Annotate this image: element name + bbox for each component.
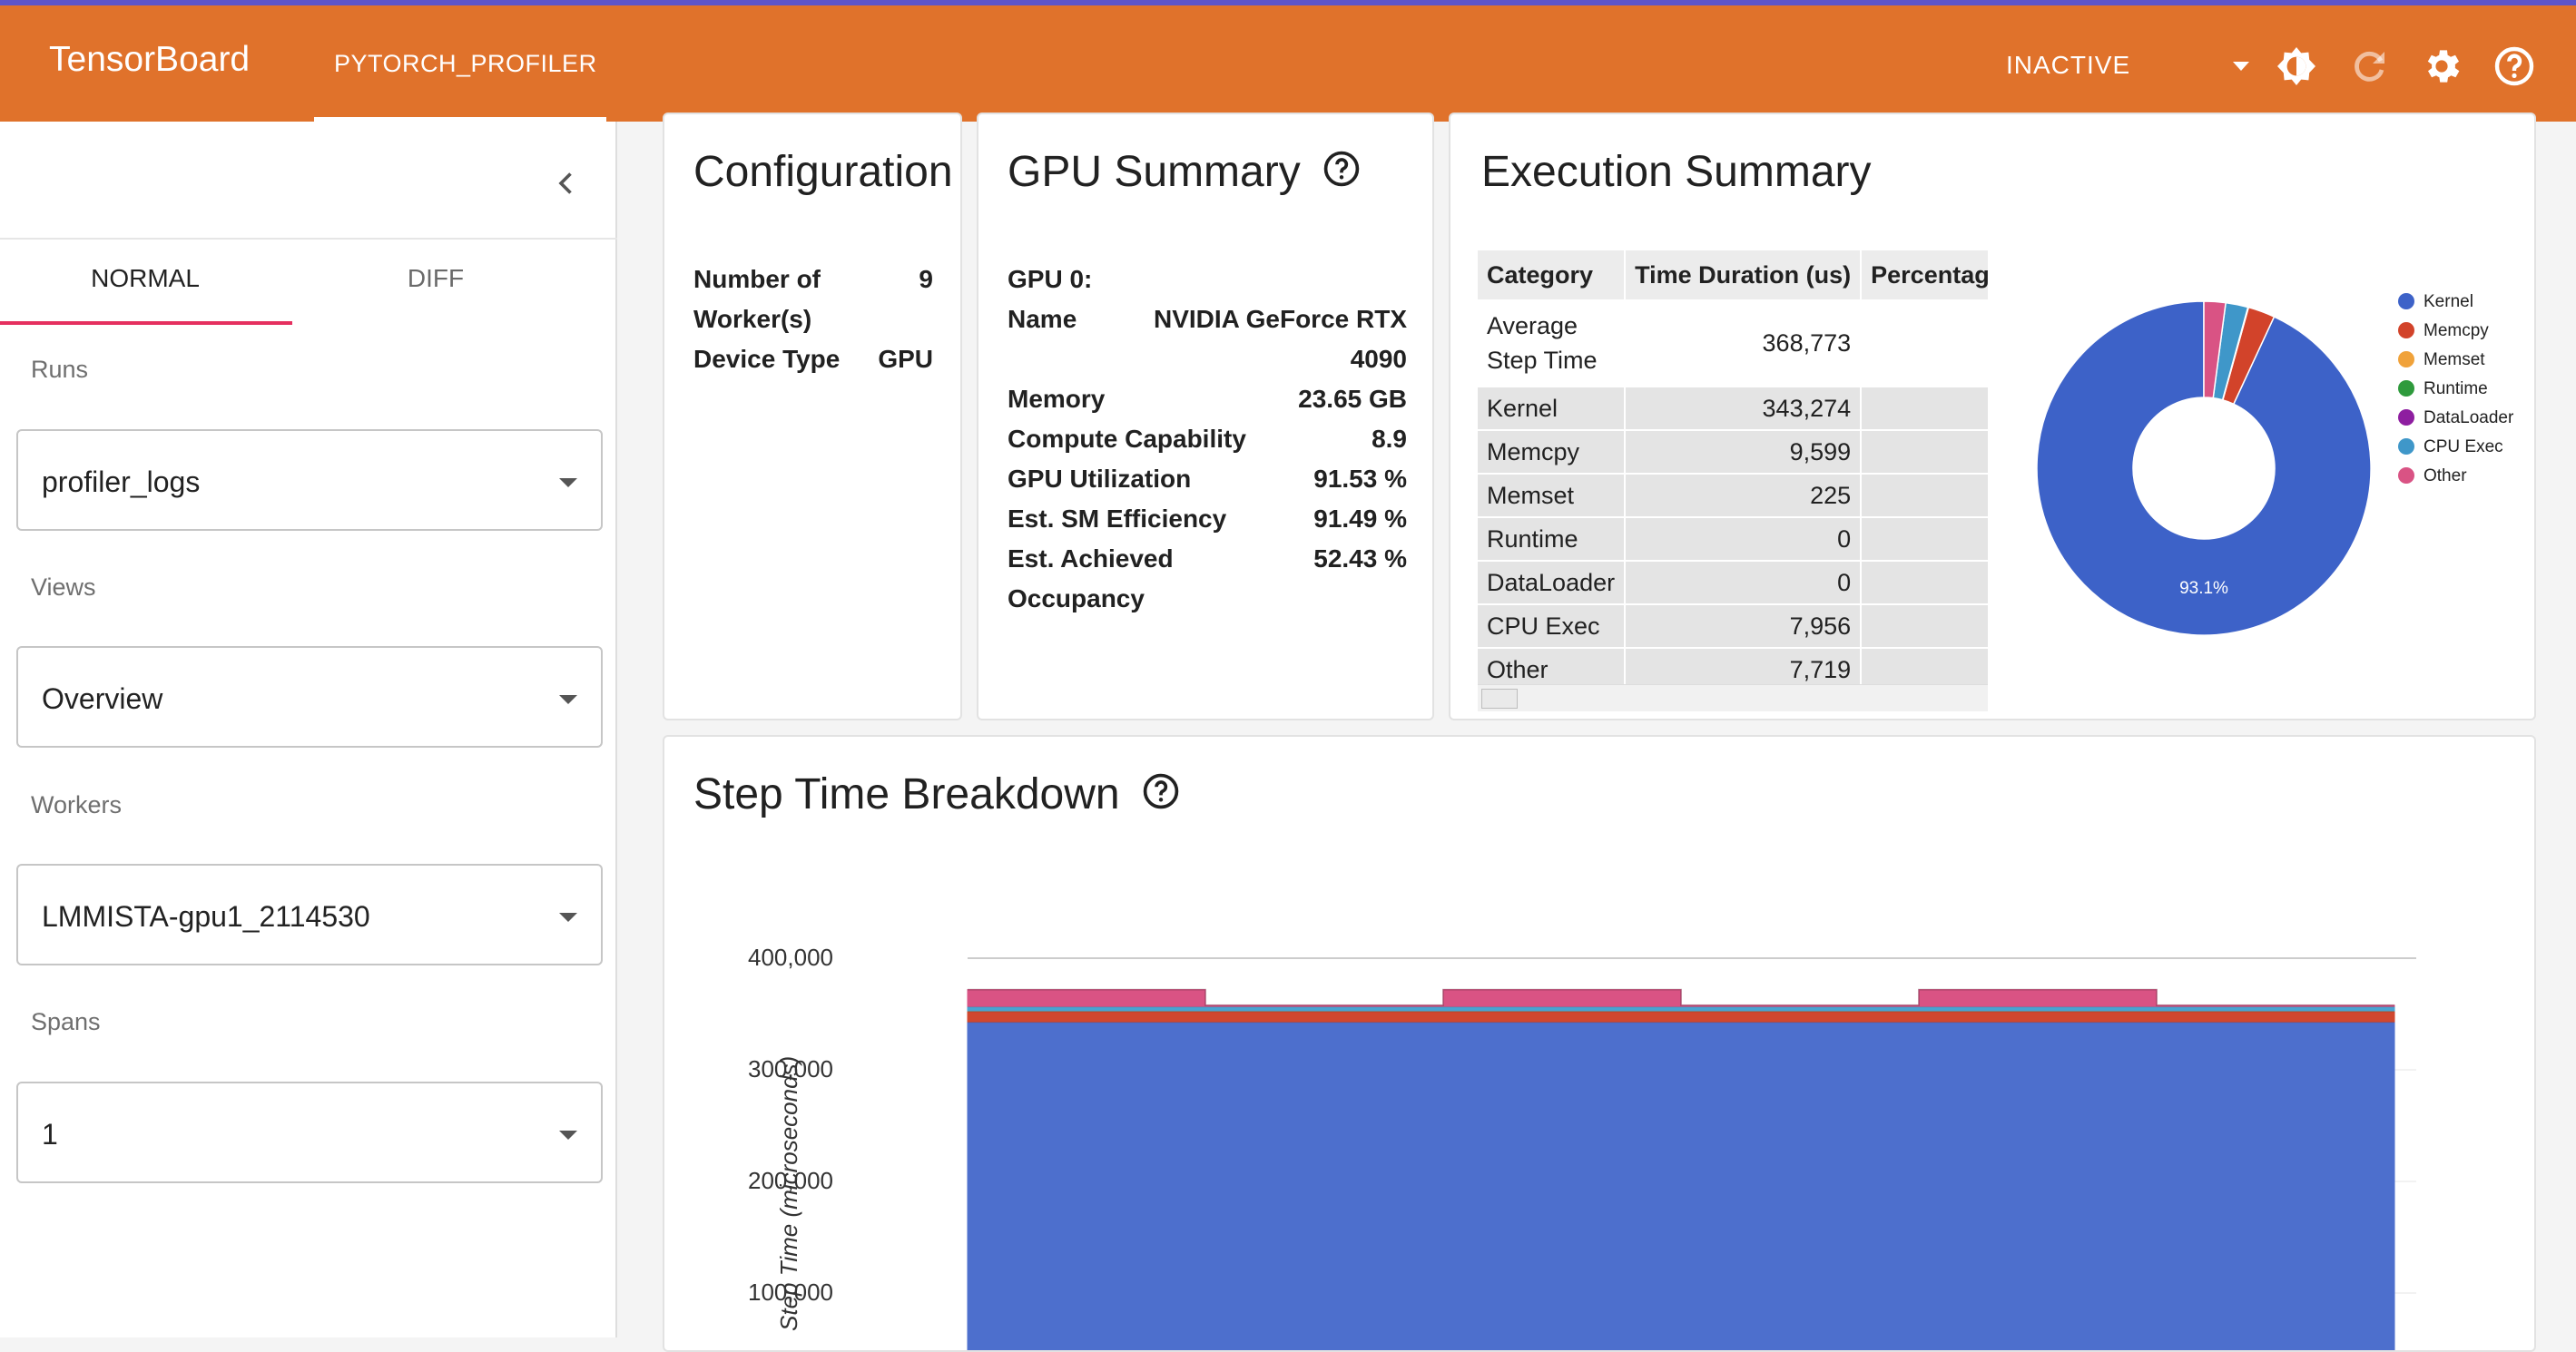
- config-workers-value: 9: [846, 265, 933, 294]
- legend-swatch: [2398, 351, 2414, 367]
- execution-summary-card: Execution Summary Category Time Duration…: [1449, 113, 2536, 720]
- chevron-down-icon: [2233, 62, 2249, 71]
- legend-label: Runtime: [2424, 379, 2488, 398]
- gpu-summary-title-wrap: GPU Summary: [1008, 147, 1362, 200]
- area-series-memcpy[interactable]: [968, 1011, 2394, 1022]
- legend-swatch: [2398, 409, 2414, 426]
- spans-select[interactable]: 1: [16, 1082, 603, 1183]
- legend-item[interactable]: Kernel: [2398, 292, 2473, 312]
- gpu-sm-efficiency-value: 91.49 %: [1214, 505, 1407, 534]
- legend-item[interactable]: Memcpy: [2398, 321, 2489, 341]
- step-time-area-chart: [664, 737, 2536, 1352]
- gpu-name-value-line2: 4090: [1124, 345, 1407, 374]
- plugin-status-value: INACTIVE: [2006, 51, 2130, 80]
- legend-label: CPU Exec: [2424, 437, 2503, 456]
- views-select-value: Overview: [42, 682, 162, 716]
- legend-item[interactable]: Other: [2398, 466, 2467, 486]
- sidebar: NORMAL DIFF Runs profiler_logs Views Ove…: [0, 122, 617, 1337]
- step-time-card: Step Time Breakdown 400,000 300,000 200,…: [663, 735, 2536, 1352]
- legend-label: DataLoader: [2424, 408, 2513, 427]
- workers-select-value: LMMISTA-gpu1_2114530: [42, 900, 370, 934]
- plugin-status-select[interactable]: INACTIVE: [1999, 5, 2260, 116]
- execution-pie-chart: 93.1%: [1450, 114, 2536, 720]
- gpu-compute-capability-value: 8.9: [1251, 425, 1407, 454]
- tab-diff[interactable]: DIFF: [290, 240, 581, 318]
- config-workers-label-line1: Number of: [693, 265, 821, 294]
- legend-label: Other: [2424, 466, 2467, 485]
- settings-gear-icon[interactable]: [2420, 44, 2463, 88]
- legend-item[interactable]: Memset: [2398, 350, 2485, 370]
- configuration-title: Configuration: [693, 147, 953, 197]
- gpu-memory-label: Memory: [1008, 385, 1105, 414]
- tab-pytorch-profiler-label: PYTORCH_PROFILER: [334, 50, 597, 78]
- gpu-summary-title: GPU Summary: [1008, 148, 1301, 196]
- refresh-icon[interactable]: [2347, 44, 2391, 88]
- gpu-utilization-label: GPU Utilization: [1008, 465, 1191, 494]
- tab-pytorch-profiler[interactable]: PYTORCH_PROFILER: [314, 5, 606, 122]
- chevron-left-icon[interactable]: [550, 167, 583, 200]
- spans-label: Spans: [31, 1008, 101, 1036]
- runs-select[interactable]: profiler_logs: [16, 429, 603, 531]
- legend-item[interactable]: Runtime: [2398, 379, 2488, 399]
- spans-select-value: 1: [42, 1118, 58, 1151]
- workers-select[interactable]: LMMISTA-gpu1_2114530: [16, 864, 603, 965]
- dropdown-arrow-icon: [559, 913, 577, 922]
- gpu-index-label: GPU 0:: [1008, 265, 1092, 294]
- legend-swatch: [2398, 293, 2414, 309]
- area-series-kernel[interactable]: [968, 1022, 2394, 1352]
- gpu-memory-value: 23.65 GB: [1214, 385, 1407, 414]
- config-device-type-label: Device Type: [693, 345, 840, 374]
- legend-swatch: [2398, 380, 2414, 397]
- runs-select-value: profiler_logs: [42, 465, 200, 499]
- help-icon[interactable]: [2492, 44, 2536, 88]
- gpu-name-value-line1: NVIDIA GeForce RTX: [1124, 305, 1407, 334]
- pie-data-label: 93.1%: [2179, 579, 2228, 598]
- gpu-occupancy-value: 52.43 %: [1214, 544, 1407, 573]
- legend-item[interactable]: CPU Exec: [2398, 437, 2503, 457]
- legend-swatch: [2398, 322, 2414, 338]
- brightness-icon[interactable]: [2275, 44, 2318, 88]
- active-tab-indicator: [0, 321, 292, 325]
- dropdown-arrow-icon: [559, 1131, 577, 1140]
- tab-normal[interactable]: NORMAL: [0, 240, 290, 318]
- gpu-occupancy-label-line2: Occupancy: [1008, 584, 1145, 613]
- legend-item[interactable]: DataLoader: [2398, 408, 2513, 428]
- configuration-card: Configuration Number of Worker(s) 9 Devi…: [663, 113, 962, 720]
- help-circle-icon[interactable]: [1322, 149, 1362, 200]
- views-label: Views: [31, 573, 96, 602]
- views-select[interactable]: Overview: [16, 646, 603, 748]
- runs-label: Runs: [31, 356, 88, 384]
- gpu-utilization-value: 91.53 %: [1214, 465, 1407, 494]
- legend-label: Memset: [2424, 350, 2485, 369]
- app-header: TensorBoard PYTORCH_PROFILER INACTIVE: [0, 5, 2576, 122]
- dropdown-arrow-icon: [559, 695, 577, 704]
- config-workers-label-line2: Worker(s): [693, 305, 811, 334]
- gpu-compute-capability-label: Compute Capability: [1008, 425, 1246, 454]
- gpu-summary-card: GPU Summary GPU 0: Name NVIDIA GeForce R…: [977, 113, 1434, 720]
- legend-swatch: [2398, 438, 2414, 455]
- dropdown-arrow-icon: [559, 478, 577, 487]
- config-device-type-value: GPU: [846, 345, 933, 374]
- app-brand[interactable]: TensorBoard: [49, 40, 250, 80]
- gpu-name-label: Name: [1008, 305, 1077, 334]
- gpu-sm-efficiency-label: Est. SM Efficiency: [1008, 505, 1226, 534]
- legend-label: Kernel: [2424, 292, 2473, 311]
- legend-swatch: [2398, 467, 2414, 484]
- workers-label: Workers: [31, 791, 122, 819]
- gpu-occupancy-label-line1: Est. Achieved: [1008, 544, 1174, 573]
- legend-label: Memcpy: [2424, 321, 2489, 340]
